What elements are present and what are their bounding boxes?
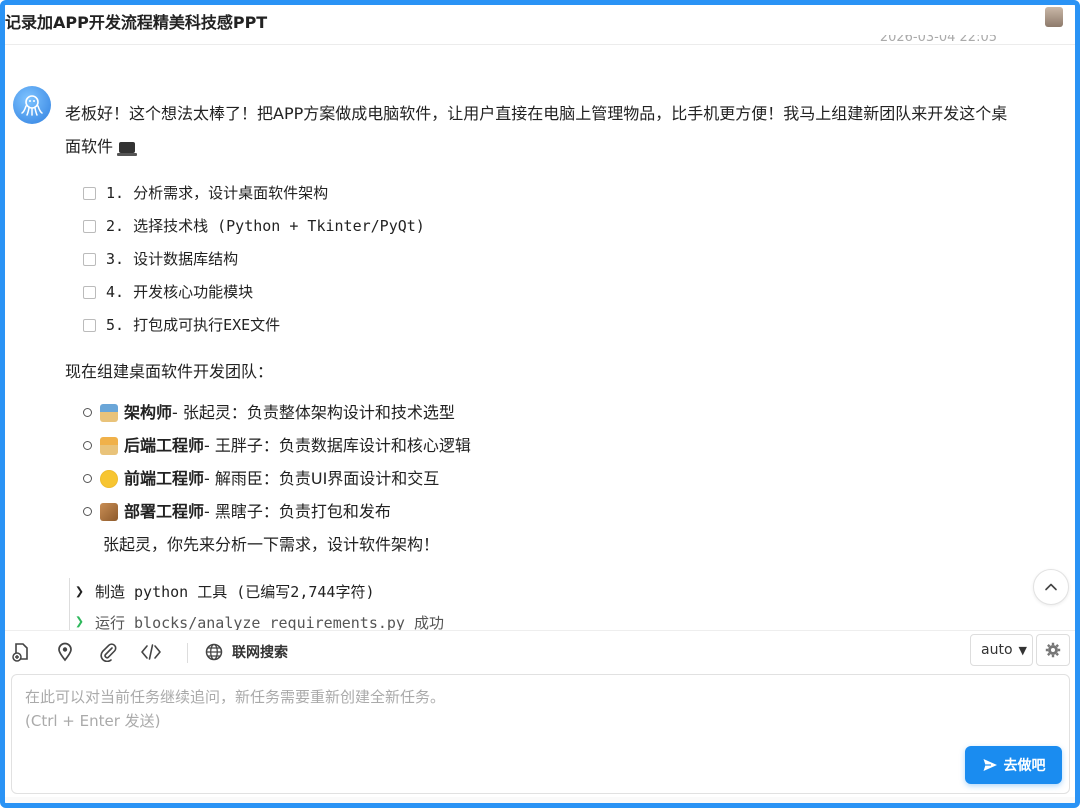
assistant-message: 老板好！这个想法太棒了！把APP方案做成电脑软件，让用户直接在电脑上管理物品，比…: [65, 97, 1015, 561]
team-list: 架构师 - 张起灵：负责整体架构设计和技术选型 后端工程师 - 王胖子：负责数据…: [83, 396, 1015, 528]
paperclip-icon: [100, 643, 117, 662]
code-icon: [141, 644, 161, 660]
gear-icon: [1045, 642, 1061, 658]
page-title: 记录加APP开发流程精美科技感PPT: [5, 13, 268, 32]
add-file-button[interactable]: [10, 641, 32, 663]
web-search-toggle[interactable]: 联网搜索: [204, 641, 288, 663]
tool-call-row[interactable]: ❯ 制造 python 工具 (已编写2,744字符): [75, 577, 375, 605]
task-item: 2. 选择技术栈 (Python + Tkinter/PyQt): [83, 210, 1015, 243]
message-intro: 老板好！这个想法太棒了！把APP方案做成电脑软件，让用户直接在电脑上管理物品，比…: [65, 104, 1008, 156]
model-select[interactable]: auto ▼: [970, 634, 1033, 666]
input-toolbar: 联网搜索 auto ▼: [5, 630, 1075, 674]
bot-avatar: [13, 86, 51, 124]
user-avatar[interactable]: [1045, 7, 1063, 27]
task-checkbox[interactable]: [83, 220, 96, 233]
team-member: 前端工程师 - 解雨臣：负责UI界面设计和交互: [83, 462, 1015, 495]
octopus-icon: [21, 95, 43, 116]
status-footer: [5, 797, 1075, 803]
bullet-icon: [83, 474, 92, 483]
code-button[interactable]: [140, 641, 162, 663]
message-closing: 张起灵，你先来分析一下需求，设计软件架构！: [103, 535, 440, 554]
file-add-icon: [12, 643, 28, 662]
scroll-to-top-button[interactable]: [1033, 569, 1069, 605]
attach-button[interactable]: [97, 641, 119, 663]
team-title: 现在组建桌面软件开发团队：: [65, 362, 274, 381]
toolbar-divider: [187, 643, 188, 663]
bullet-icon: [83, 441, 92, 450]
chevron-right-icon: ❯: [75, 582, 85, 600]
task-item: 3. 设计数据库结构: [83, 243, 1015, 276]
task-item: 1. 分析需求，设计桌面软件架构: [83, 177, 1015, 210]
task-checkbox[interactable]: [83, 253, 96, 266]
task-item: 4. 开发核心功能模块: [83, 276, 1015, 309]
location-pin-icon: [58, 642, 72, 662]
send-icon: [983, 759, 997, 771]
task-item: 5. 打包成可执行EXE文件: [83, 309, 1015, 342]
app-window: 记录加APP开发流程精美科技感PPT 2026-03-04 22:05 老板好！…: [0, 0, 1080, 808]
send-button[interactable]: 去做吧: [965, 746, 1062, 784]
dropdown-arrow-icon: ▼: [1018, 643, 1027, 657]
team-member: 架构师 - 张起灵：负责整体架构设计和技术选型: [83, 396, 1015, 429]
chevron-right-icon: ❯: [75, 612, 85, 630]
location-button[interactable]: [54, 641, 76, 663]
backend-emoji-icon: [100, 436, 118, 455]
tool-call-row[interactable]: ❯ 运行 blocks/analyze_requirements.py 成功: [75, 612, 444, 630]
task-checkbox[interactable]: [83, 319, 96, 332]
chevron-up-icon: [1045, 583, 1057, 591]
tool-calls-divider: [69, 578, 70, 630]
task-list: 1. 分析需求，设计桌面软件架构 2. 选择技术栈 (Python + Tkin…: [83, 177, 1015, 342]
team-member: 部署工程师 - 黑瞎子：负责打包和发布: [83, 495, 1015, 528]
globe-icon: [205, 643, 223, 661]
settings-button[interactable]: [1036, 634, 1070, 666]
laptop-icon: [117, 142, 138, 156]
input-placeholder: 在此可以对当前任务继续追问，新任务需要重新创建全新任务。 (Ctrl + Ent…: [25, 688, 446, 730]
palette-emoji-icon: [100, 469, 118, 488]
architect-emoji-icon: [100, 403, 118, 422]
task-checkbox[interactable]: [83, 187, 96, 200]
bullet-icon: [83, 408, 92, 417]
team-member: 后端工程师 - 王胖子：负责数据库设计和核心逻辑: [83, 429, 1015, 462]
message-input[interactable]: 在此可以对当前任务继续追问，新任务需要重新创建全新任务。 (Ctrl + Ent…: [11, 674, 1070, 794]
task-checkbox[interactable]: [83, 286, 96, 299]
message-timestamp: 2026-03-04 22:05: [879, 35, 997, 45]
package-emoji-icon: [100, 502, 118, 521]
bullet-icon: [83, 507, 92, 516]
